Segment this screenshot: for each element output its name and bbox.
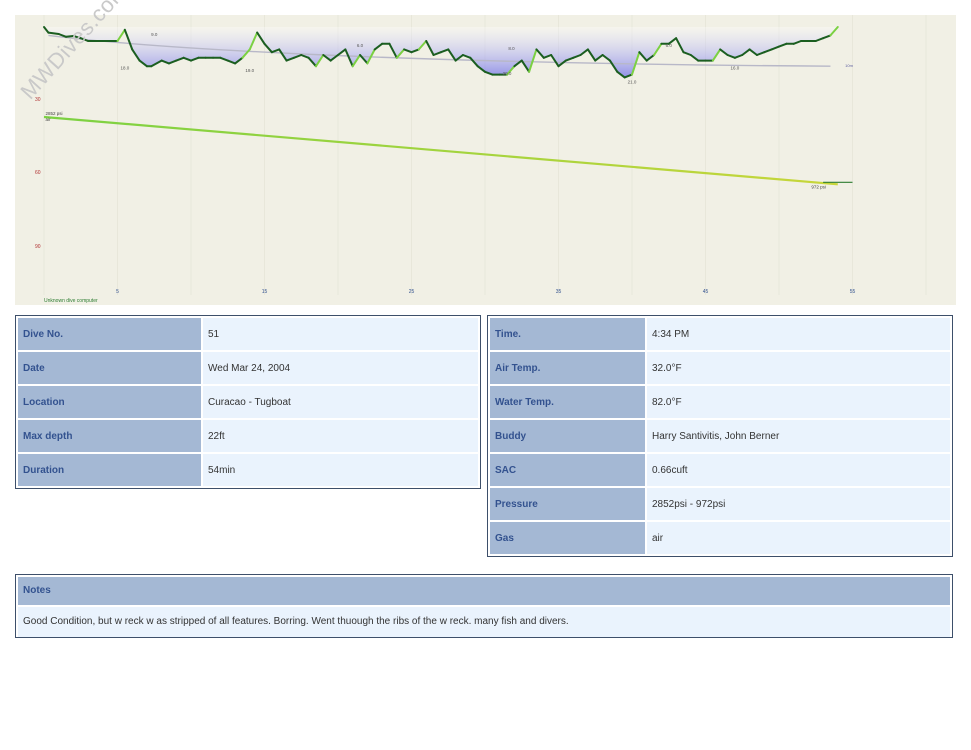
- table-row: Gas air: [490, 522, 950, 554]
- depth-value-label: 6.0: [666, 43, 673, 48]
- dive-profile-plot: 10m 18.0 9.0 19.0 6.0 20.0 8.0 21.0 6.0 16.0 2852 …: [35, 15, 927, 295]
- duration-label: Duration: [18, 454, 201, 486]
- dive-profile-chart: 10m 18.0 9.0 19.0 6.0 20.0 8.0 21.0 6.0 16.0 2852 …: [15, 0, 956, 305]
- date-label: Date: [18, 352, 201, 384]
- depth-value-label: 19.0: [245, 68, 254, 73]
- sac-label: SAC: [490, 454, 645, 486]
- air-temp-value: 32.0°F: [647, 352, 950, 384]
- x-tick-label: 55: [850, 289, 856, 295]
- depth-value-label: 16.0: [731, 65, 740, 70]
- gas-label: air: [45, 117, 51, 122]
- table-row: Duration 54min: [18, 454, 478, 486]
- date-value: Wed Mar 24, 2004: [203, 352, 478, 384]
- time-label: Time.: [490, 318, 645, 350]
- location-label: Location: [18, 386, 201, 418]
- x-tick-label: 15: [262, 289, 268, 295]
- buddy-label: Buddy: [490, 420, 645, 452]
- pressure-line: [43, 115, 838, 186]
- table-row: Date Wed Mar 24, 2004: [18, 352, 478, 384]
- x-tick-label: 35: [556, 289, 562, 295]
- pressure-value: 2852psi - 972psi: [647, 488, 950, 520]
- x-tick-label: 45: [703, 289, 709, 295]
- depth-value-label: 9.0: [151, 32, 158, 37]
- sac-value: 0.66cuft: [647, 454, 950, 486]
- water-temp-value: 82.0°F: [647, 386, 950, 418]
- x-tick-label: 25: [409, 289, 415, 295]
- pressure-label: Pressure: [490, 488, 645, 520]
- table-row: Pressure 2852psi - 972psi: [490, 488, 950, 520]
- table-row: Time. 4:34 PM: [490, 318, 950, 350]
- gas-label: Gas: [490, 522, 645, 554]
- dive-number-label: Dive No.: [18, 318, 201, 350]
- dive-conditions-table: Time. 4:34 PM Air Temp. 32.0°F Water Tem…: [487, 315, 953, 557]
- depth-value-label: 6.0: [357, 43, 364, 48]
- depth-value-label: 8.0: [508, 46, 515, 51]
- table-row: Dive No. 51: [18, 318, 478, 350]
- y-tick-label: 90: [35, 244, 41, 250]
- pressure-start-label: 2852 psi: [45, 111, 62, 116]
- max-depth-label: Max depth: [18, 420, 201, 452]
- buddy-value: Harry Santivitis, John Berner: [647, 420, 950, 452]
- depth-value-label: 20.0: [503, 71, 512, 76]
- dive-summary-table: Dive No. 51 Date Wed Mar 24, 2004 Locati…: [15, 315, 481, 489]
- water-temp-label: Water Temp.: [490, 386, 645, 418]
- table-row: Buddy Harry Santivitis, John Berner: [490, 420, 950, 452]
- time-value: 4:34 PM: [647, 318, 950, 350]
- x-tick-label: 5: [116, 289, 119, 295]
- notes-text: Good Condition, but w reck w as stripped…: [18, 607, 950, 637]
- depth-line-segment: [47, 31, 60, 35]
- mean-depth-label: 10m: [845, 63, 853, 68]
- air-temp-label: Air Temp.: [490, 352, 645, 384]
- duration-value: 54min: [203, 454, 478, 486]
- notes-panel: Notes Good Condition, but w reck w as st…: [15, 574, 953, 638]
- notes-title: Notes: [18, 577, 950, 605]
- table-row: Max depth 22ft: [18, 420, 478, 452]
- dive-computer-label: Unknown dive computer: [44, 298, 98, 304]
- y-tick-label: 60: [35, 170, 41, 176]
- gas-value: air: [647, 522, 950, 554]
- table-row: SAC 0.66cuft: [490, 454, 950, 486]
- table-row: Air Temp. 32.0°F: [490, 352, 950, 384]
- max-depth-value: 22ft: [203, 420, 478, 452]
- table-row: Location Curacao - Tugboat: [18, 386, 478, 418]
- depth-value-label: 18.0: [120, 65, 129, 70]
- dive-number-value: 51: [203, 318, 478, 350]
- pressure-end-label: 972 psi: [811, 184, 826, 189]
- table-row: Water Temp. 82.0°F: [490, 386, 950, 418]
- location-value: Curacao - Tugboat: [203, 386, 478, 418]
- depth-value-label: 21.0: [628, 79, 637, 84]
